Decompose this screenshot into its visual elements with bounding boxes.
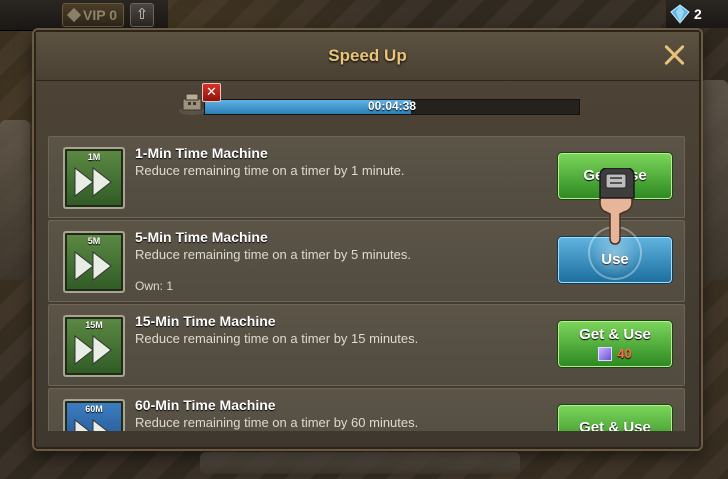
time-machine-icon: 60M bbox=[63, 399, 125, 431]
fast-forward-icon bbox=[74, 334, 112, 366]
gem-icon bbox=[670, 4, 690, 24]
list-item: 60M 60-Min Time Machine Reduce remaining t… bbox=[48, 388, 685, 431]
button-label: Get & Use bbox=[579, 326, 651, 343]
item-description: Reduce remaining time on a timer by 1 mi… bbox=[135, 163, 405, 178]
item-title: 60-Min Time Machine bbox=[135, 397, 276, 413]
vip-upgrade-button[interactable]: ⇧ bbox=[130, 3, 154, 27]
dialog-title: Speed Up bbox=[328, 46, 407, 65]
list-item: 1M 1-Min Time Machine Reduce remaining tim… bbox=[48, 136, 685, 218]
cancel-build-button[interactable]: ✕ bbox=[202, 83, 221, 102]
list-item: 15M 15-Min Time Machine Reduce remaining t… bbox=[48, 304, 685, 386]
gem-count: 2 bbox=[694, 6, 702, 22]
button-cost: 40 bbox=[559, 346, 671, 361]
item-title: 1-Min Time Machine bbox=[135, 145, 268, 161]
item-description: Reduce remaining time on a timer by 60 m… bbox=[135, 415, 419, 430]
button-label: Get & Use bbox=[579, 419, 651, 431]
vip-badge[interactable]: VIP 0 bbox=[62, 3, 124, 27]
item-owned-count: Own: 1 bbox=[135, 279, 174, 293]
item-title: 15-Min Time Machine bbox=[135, 313, 276, 329]
item-description: Reduce remaining time on a timer by 5 mi… bbox=[135, 247, 412, 262]
gem-counter[interactable]: 2 bbox=[666, 0, 728, 28]
gem-icon bbox=[598, 346, 613, 361]
vip-label: VIP 0 bbox=[83, 7, 117, 23]
dialog-header: Speed Up bbox=[36, 32, 699, 81]
vip-diamond-icon bbox=[66, 7, 82, 23]
cost-value: 40 bbox=[617, 346, 632, 361]
progress-bar: 00:04:38 bbox=[204, 99, 580, 115]
timer-row: 00:04:38 ✕ bbox=[178, 83, 580, 120]
item-list[interactable]: 1M 1-Min Time Machine Reduce remaining tim… bbox=[48, 136, 685, 431]
timer-text: 00:04:38 bbox=[367, 99, 417, 113]
item-duration-tag: 15M bbox=[85, 320, 103, 330]
item-description: Reduce remaining time on a timer by 15 m… bbox=[135, 331, 419, 346]
time-machine-icon: 15M bbox=[63, 315, 125, 377]
item-title: 5-Min Time Machine bbox=[135, 229, 268, 245]
item-duration-tag: 1M bbox=[87, 152, 101, 162]
fast-forward-icon bbox=[74, 166, 112, 198]
fast-forward-icon bbox=[74, 418, 108, 431]
item-duration-tag: 60M bbox=[85, 404, 103, 414]
item-use-button[interactable]: Get & Use 40 bbox=[558, 321, 672, 367]
close-button[interactable] bbox=[663, 44, 685, 66]
time-machine-icon: 1M bbox=[63, 147, 125, 209]
fast-forward-icon bbox=[74, 250, 112, 282]
item-duration-tag: 5M bbox=[87, 236, 101, 246]
pointer-hand-icon bbox=[599, 168, 635, 245]
item-use-button[interactable]: Get & Use bbox=[558, 405, 672, 431]
top-hud-bar: VIP 0 ⇧ bbox=[0, 0, 168, 31]
time-machine-icon: 5M bbox=[63, 231, 125, 293]
